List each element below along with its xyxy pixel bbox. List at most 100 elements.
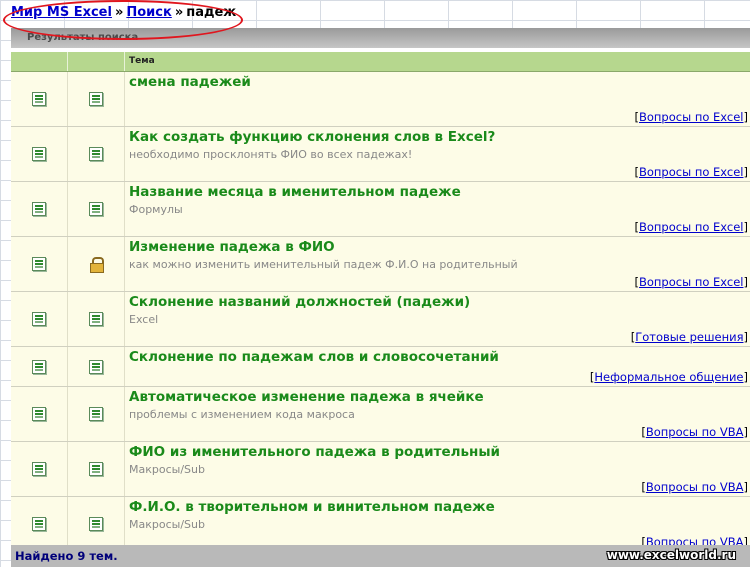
results-header: Результаты поиска — [11, 28, 750, 48]
table-row: смена падежей [Вопросы по Excel] — [11, 72, 750, 127]
row-topic-cell: Ф.И.О. в творительном и винительном паде… — [125, 497, 750, 551]
lock-icon — [90, 257, 104, 273]
table-row: Как создать функцию склонения слов в Exc… — [11, 127, 750, 182]
breadcrumb-home-link[interactable]: Мир MS Excel — [11, 5, 112, 20]
row-status-cell — [11, 292, 68, 346]
excel-file-icon — [32, 407, 46, 421]
topic-title-link[interactable]: Склонение названий должностей (падежи) — [129, 294, 746, 311]
topic-title-link[interactable]: Склонение по падежам слов и словосочетан… — [129, 349, 746, 366]
category-link[interactable]: Неформальное общение — [594, 370, 743, 384]
topic-description: Макросы/Sub — [129, 518, 205, 531]
row-type-cell — [68, 182, 125, 236]
excel-file-icon — [32, 257, 46, 271]
category-bracket: ] — [743, 480, 749, 494]
breadcrumb-separator: » — [174, 5, 184, 20]
table-row: Склонение по падежам слов и словосочетан… — [11, 347, 750, 387]
topic-title-link[interactable]: смена падежей — [129, 74, 746, 91]
category-bracket: ] — [743, 370, 749, 384]
category-bracket: ] — [743, 330, 749, 344]
topic-category: [Неформальное общение] — [590, 370, 748, 384]
row-type-cell — [68, 237, 125, 291]
category-link[interactable]: Вопросы по Excel — [639, 220, 744, 234]
row-type-cell — [68, 292, 125, 346]
excel-file-icon — [89, 202, 103, 216]
search-results-panel: Результаты поиска Тема смена падежей [Воп… — [11, 28, 750, 567]
excel-file-icon — [32, 202, 46, 216]
row-topic-cell: ФИО из именительного падежа в родительны… — [125, 442, 750, 496]
row-status-cell — [11, 387, 68, 441]
row-topic-cell: Название месяца в именительном падеже Фор… — [125, 182, 750, 236]
row-topic-cell: Как создать функцию склонения слов в Exc… — [125, 127, 750, 181]
row-type-cell — [68, 442, 125, 496]
row-status-cell — [11, 237, 68, 291]
topic-description: Excel — [129, 313, 159, 326]
topic-title-link[interactable]: Как создать функцию склонения слов в Exc… — [129, 129, 746, 146]
row-type-cell — [68, 127, 125, 181]
table-row: Изменение падежа в ФИО как можно изменить… — [11, 237, 750, 292]
header-cell-topic: Тема — [129, 56, 155, 66]
table-row: Название месяца в именительном падеже Фор… — [11, 182, 750, 237]
category-bracket: ] — [743, 425, 749, 439]
row-topic-cell: Склонение по падежам слов и словосочетан… — [125, 347, 750, 386]
topic-category: [Вопросы по Excel] — [634, 110, 748, 124]
category-link[interactable]: Вопросы по VBA — [646, 480, 744, 494]
results-table: Тема смена падежей [Вопросы по Excel] Как … — [11, 52, 750, 552]
topic-category: [Вопросы по VBA] — [641, 480, 748, 494]
header-cell-icon1 — [11, 52, 68, 71]
site-watermark: www.excelworld.ru — [606, 548, 736, 562]
excel-file-icon — [32, 147, 46, 161]
topic-category: [Вопросы по Excel] — [634, 165, 748, 179]
row-type-cell — [68, 497, 125, 551]
excel-file-icon — [32, 312, 46, 326]
excel-file-icon — [89, 312, 103, 326]
category-link[interactable]: Вопросы по Excel — [639, 275, 744, 289]
topic-description: как можно изменить именительный падеж Ф.… — [129, 258, 518, 271]
table-body: смена падежей [Вопросы по Excel] Как созда… — [11, 72, 750, 552]
table-header: Тема — [11, 52, 750, 72]
table-row: Ф.И.О. в творительном и винительном паде… — [11, 497, 750, 552]
topic-title-link[interactable]: Автоматическое изменение падежа в ячейке — [129, 389, 746, 406]
row-topic-cell: Изменение падежа в ФИО как можно изменить… — [125, 237, 750, 291]
excel-file-icon — [32, 462, 46, 476]
breadcrumb: Мир MS Excel» Поиск» падеж — [11, 5, 236, 25]
topic-title-link[interactable]: ФИО из именительного падежа в родительны… — [129, 444, 746, 461]
topic-description: Формулы — [129, 203, 183, 216]
row-status-cell — [11, 497, 68, 551]
row-type-cell — [68, 72, 125, 126]
topic-category: [Готовые решения] — [631, 330, 748, 344]
topic-category: [Вопросы по Excel] — [634, 220, 748, 234]
row-status-cell — [11, 127, 68, 181]
topic-category: [Вопросы по Excel] — [634, 275, 748, 289]
topic-description: Макросы/Sub — [129, 463, 205, 476]
excel-file-icon — [89, 517, 103, 531]
excel-file-icon — [89, 147, 103, 161]
category-bracket: ] — [743, 220, 749, 234]
excel-file-icon — [89, 92, 103, 106]
topic-description: проблемы с изменением кода макроса — [129, 408, 355, 421]
category-link[interactable]: Вопросы по Excel — [639, 110, 744, 124]
row-status-cell — [11, 182, 68, 236]
category-link[interactable]: Готовые решения — [635, 330, 743, 344]
topic-title-link[interactable]: Ф.И.О. в творительном и винительном паде… — [129, 499, 746, 516]
row-topic-cell: Автоматическое изменение падежа в ячейке… — [125, 387, 750, 441]
category-link[interactable]: Вопросы по Excel — [639, 165, 744, 179]
category-bracket: ] — [743, 110, 749, 124]
table-row: Автоматическое изменение падежа в ячейке… — [11, 387, 750, 442]
row-status-cell — [11, 442, 68, 496]
breadcrumb-current: падеж — [186, 5, 237, 20]
row-type-cell — [68, 387, 125, 441]
excel-file-icon — [89, 359, 103, 374]
excel-file-icon — [32, 92, 46, 106]
topic-description: необходимо просклонять ФИО во всех падеж… — [129, 148, 413, 161]
category-bracket: ] — [743, 275, 749, 289]
row-status-cell — [11, 72, 68, 126]
breadcrumb-search-link[interactable]: Поиск — [126, 5, 171, 20]
category-link[interactable]: Вопросы по VBA — [646, 425, 744, 439]
row-topic-cell: смена падежей [Вопросы по Excel] — [125, 72, 750, 126]
results-header-label: Результаты поиска — [27, 32, 139, 43]
topic-title-link[interactable]: Изменение падежа в ФИО — [129, 239, 746, 256]
topic-category: [Вопросы по VBA] — [641, 425, 748, 439]
topic-title-link[interactable]: Название месяца в именительном падеже — [129, 184, 746, 201]
row-type-cell — [68, 347, 125, 386]
category-bracket: ] — [743, 165, 749, 179]
